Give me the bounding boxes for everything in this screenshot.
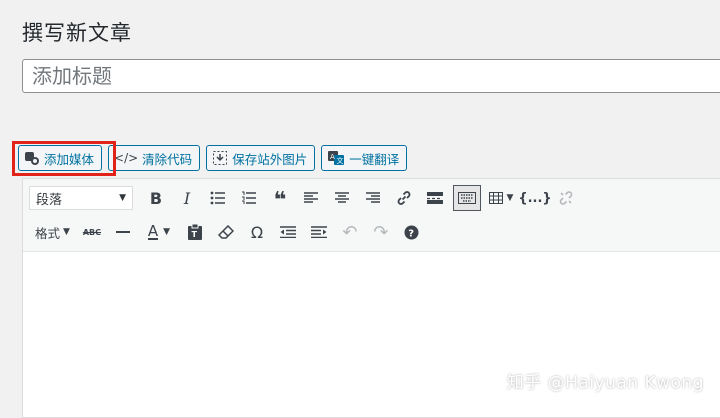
text-color-icon: A bbox=[147, 222, 159, 240]
bold-button[interactable]: B bbox=[141, 184, 171, 212]
help-button[interactable]: ? bbox=[397, 218, 427, 246]
clear-code-button[interactable]: </> 清除代码 bbox=[108, 145, 201, 171]
outdent-icon bbox=[279, 226, 296, 238]
redo-button[interactable]: ↷ bbox=[366, 218, 396, 246]
bullet-list-icon bbox=[210, 191, 226, 205]
paste-as-text-button[interactable]: T bbox=[180, 218, 210, 246]
clipboard-icon: T bbox=[187, 224, 202, 240]
horizontal-rule-button[interactable] bbox=[108, 218, 138, 246]
read-more-button[interactable] bbox=[420, 184, 450, 212]
blockquote-button[interactable]: ❝ bbox=[265, 184, 295, 212]
table-icon bbox=[488, 192, 503, 204]
chevron-down-icon: ▼ bbox=[119, 193, 126, 203]
special-character-button[interactable]: Ω bbox=[242, 218, 272, 246]
clear-formatting-button[interactable] bbox=[211, 218, 241, 246]
italic-button[interactable]: I bbox=[172, 184, 202, 212]
page-title: 撰写新文章 bbox=[22, 21, 132, 45]
braces-icon: {...} bbox=[518, 190, 552, 206]
highlight-annotation bbox=[12, 141, 116, 176]
outdent-button[interactable] bbox=[273, 218, 303, 246]
eraser-icon bbox=[217, 225, 234, 239]
code-block-button[interactable]: {...} bbox=[518, 184, 552, 212]
undo-button[interactable]: ↶ bbox=[335, 218, 365, 246]
help-icon: ? bbox=[404, 225, 419, 240]
clear-code-label: 清除代码 bbox=[142, 151, 193, 167]
align-left-button[interactable] bbox=[296, 184, 326, 212]
translate-label: 一键翻译 bbox=[349, 151, 400, 167]
code-icon: </> bbox=[114, 151, 139, 165]
toolbar-row-2: 格式 ▼ ABC A ▼ T Ω ↶ ↷ ? bbox=[29, 217, 428, 247]
strikethrough-icon: ABC bbox=[82, 227, 102, 237]
toolbar-row-1: 段落 ▼ B I ❝ ▼ {...} bbox=[29, 183, 582, 213]
numbered-list-button[interactable] bbox=[234, 184, 264, 212]
insert-table-button[interactable]: ▼ bbox=[483, 184, 519, 212]
watermark: 知乎 @Haiyuan Kwong bbox=[506, 373, 704, 393]
format-menu-button[interactable]: 格式 ▼ bbox=[29, 218, 76, 246]
align-right-button[interactable] bbox=[358, 184, 388, 212]
read-more-icon bbox=[427, 192, 443, 204]
align-center-button[interactable] bbox=[327, 184, 357, 212]
paragraph-format-value: 段落 bbox=[36, 192, 63, 208]
text-color-button[interactable]: A ▼ bbox=[139, 218, 179, 246]
chevron-down-icon: ▼ bbox=[63, 227, 70, 237]
svg-text:T: T bbox=[191, 230, 197, 239]
indent-icon bbox=[310, 226, 327, 238]
svg-text:文: 文 bbox=[337, 156, 344, 165]
strikethrough-button[interactable]: ABC bbox=[77, 218, 107, 246]
insert-link-button[interactable] bbox=[389, 184, 419, 212]
align-left-icon bbox=[304, 192, 318, 204]
translate-button[interactable]: A文 一键翻译 bbox=[321, 145, 408, 171]
save-remote-images-button[interactable]: 保存站外图片 bbox=[206, 145, 316, 171]
undo-icon: ↶ bbox=[342, 221, 358, 243]
horizontal-line-icon bbox=[115, 230, 130, 234]
text-color-dropdown-icon: ▼ bbox=[163, 227, 171, 237]
svg-text:A: A bbox=[330, 153, 335, 161]
toolbar-toggle-button[interactable] bbox=[453, 185, 481, 211]
editor-toolbar: 段落 ▼ B I ❝ ▼ {...} 格式 ▼ ABC A ▼ T Ω ↶ ↷ … bbox=[23, 179, 720, 252]
keyboard-icon bbox=[458, 192, 476, 204]
paragraph-format-select[interactable]: 段落 ▼ bbox=[29, 186, 133, 210]
align-center-icon bbox=[335, 192, 349, 204]
bulleted-list-button[interactable] bbox=[203, 184, 233, 212]
table-dropdown-icon: ▼ bbox=[506, 193, 514, 203]
svg-text:?: ? bbox=[409, 228, 415, 239]
omega-icon: Ω bbox=[250, 222, 264, 242]
redo-icon: ↷ bbox=[373, 221, 389, 243]
indent-button[interactable] bbox=[304, 218, 334, 246]
unlink-button[interactable] bbox=[551, 184, 581, 212]
post-title-input[interactable] bbox=[22, 59, 720, 93]
save-images-label: 保存站外图片 bbox=[232, 151, 308, 167]
link-icon bbox=[396, 190, 412, 206]
save-image-icon bbox=[212, 150, 228, 166]
numbered-list-icon bbox=[241, 191, 257, 205]
quote-icon: ❝ bbox=[273, 188, 287, 213]
translate-icon: A文 bbox=[327, 150, 345, 166]
align-right-icon bbox=[366, 192, 380, 204]
format-menu-label: 格式 bbox=[35, 225, 61, 241]
unlink-icon bbox=[558, 190, 574, 206]
